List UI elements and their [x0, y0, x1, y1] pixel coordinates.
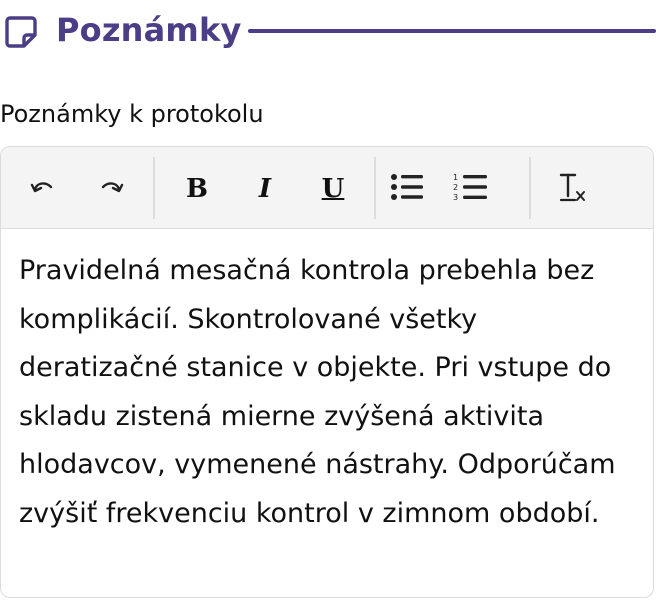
editor-content[interactable]: Pravidelná mesačná kontrola prebehla bez…: [19, 247, 639, 538]
editor-toolbar: B I U 1 2 3: [1, 147, 653, 229]
underline-button[interactable]: U: [311, 167, 355, 211]
underline-label: U: [321, 174, 345, 204]
toolbar-separator: [374, 157, 376, 219]
svg-text:3: 3: [453, 193, 458, 202]
italic-label: I: [258, 174, 272, 204]
undo-button[interactable]: [21, 167, 65, 211]
redo-icon: [98, 177, 124, 201]
clear-formatting-icon: [558, 171, 588, 207]
numbered-list-button[interactable]: 1 2 3: [449, 167, 493, 211]
field-label: Poznámky k protokolu: [0, 100, 264, 128]
clear-formatting-button[interactable]: [551, 167, 595, 211]
undo-icon: [30, 177, 56, 201]
toolbar-separator: [529, 157, 531, 219]
numbered-list-icon: 1 2 3: [453, 172, 489, 206]
note-icon: [3, 14, 39, 50]
section-title: Poznámky: [56, 11, 242, 49]
redo-button[interactable]: [89, 167, 133, 211]
rich-text-editor[interactable]: B I U 1 2 3 Pravidelná mesačná kontrola …: [0, 146, 654, 598]
toolbar-separator: [153, 157, 155, 219]
svg-text:1: 1: [453, 173, 458, 182]
bold-label: B: [186, 174, 208, 204]
section-header: Poznámky: [0, 0, 656, 62]
section-divider: [248, 29, 656, 33]
bullet-list-button[interactable]: [385, 167, 429, 211]
svg-text:2: 2: [453, 183, 458, 192]
bold-button[interactable]: B: [175, 167, 219, 211]
italic-button[interactable]: I: [243, 167, 287, 211]
bullet-list-icon: [390, 173, 424, 205]
